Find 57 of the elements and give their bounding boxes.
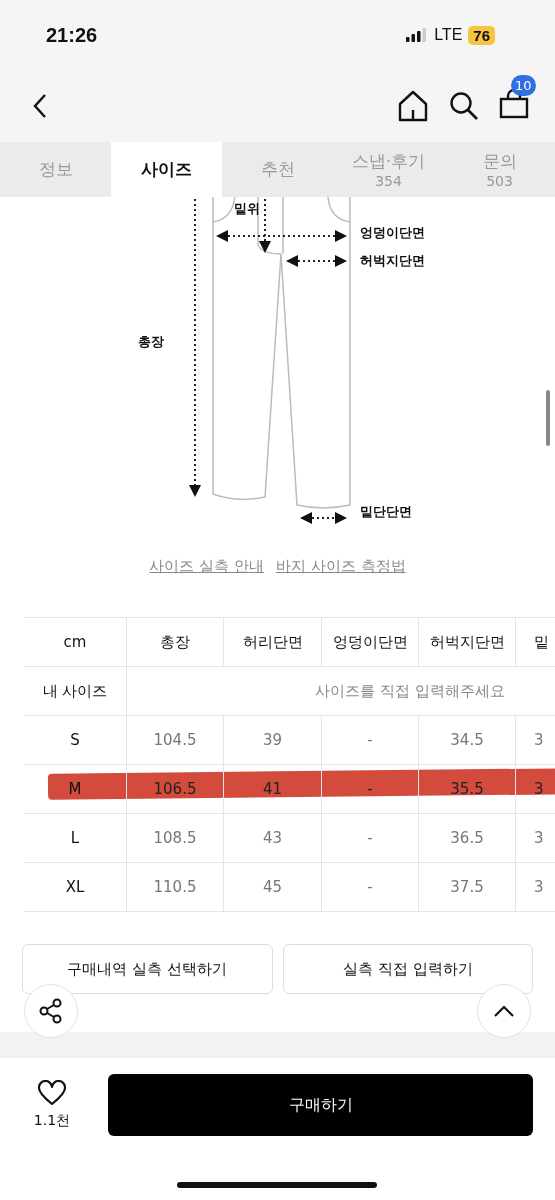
search-icon[interactable] [449, 91, 479, 121]
column-header: 밑 [515, 618, 555, 666]
table-cell: 3 [515, 716, 555, 764]
signal-icon [406, 28, 429, 42]
table-cell: 43 [223, 814, 321, 862]
measurement-label: 총장 [138, 333, 164, 351]
battery-indicator: 76 [468, 25, 495, 45]
bag-icon[interactable] [499, 89, 529, 119]
tab[interactable]: 사이즈 [111, 142, 222, 197]
column-header: 허벅지단면 [418, 618, 515, 666]
table-cell: 34.5 [418, 716, 515, 764]
back-icon[interactable] [32, 93, 48, 119]
size-input-field[interactable]: 사이즈를 직접 입력해주세요 [126, 667, 555, 715]
measure-button[interactable]: 구매내역 실측 선택하기 [22, 944, 273, 994]
status-time: 21:26 [46, 23, 98, 47]
table-cell: 36.5 [418, 814, 515, 862]
column-header: 총장 [126, 618, 223, 666]
table-cell: 108.5 [126, 814, 223, 862]
measurement-label: 허벅지단면 [360, 252, 425, 270]
measurement-label: 밑위 [234, 200, 260, 218]
network-label: LTE [434, 26, 463, 44]
home-icon[interactable] [397, 90, 429, 122]
table-cell: 3 [515, 814, 555, 862]
table-cell: 45 [223, 863, 321, 911]
guide-link[interactable]: 바지 사이즈 측정법 [276, 556, 406, 576]
table-cell: - [321, 814, 418, 862]
guide-link[interactable]: 사이즈 실측 안내 [149, 556, 264, 576]
table-cell: - [321, 765, 418, 813]
table-cell: 35.5 [418, 765, 515, 813]
measurement-label: 엉덩이단면 [360, 224, 425, 242]
table-cell: 3 [515, 863, 555, 911]
table-cell: 41 [223, 765, 321, 813]
table-cell: 3 [515, 765, 555, 813]
table-cell: 106.5 [126, 765, 223, 813]
table-cell: 39 [223, 716, 321, 764]
share-icon [38, 998, 64, 1024]
row-header: 내 사이즈 [41, 680, 109, 702]
table-cell: 110.5 [126, 863, 223, 911]
measurement-label: 밑단단면 [360, 503, 412, 521]
table-cell: 104.5 [126, 716, 223, 764]
table-cell: - [321, 863, 418, 911]
heart-icon[interactable] [37, 1080, 67, 1106]
size-cell-text: M [67, 779, 83, 800]
column-header: cm [62, 632, 88, 653]
measure-button[interactable]: 실측 직접 입력하기 [282, 944, 533, 994]
size-cell-text: L [69, 828, 81, 849]
chevron-up-icon [493, 1004, 515, 1018]
buy-button[interactable]: 구매하기 [108, 1074, 533, 1136]
size-cell-text: S [69, 730, 81, 751]
size-cell-text: XL [64, 877, 86, 898]
like-count: 1.1천 [33, 1112, 71, 1130]
cart-count-badge: 10 [511, 75, 536, 96]
column-header: 엉덩이단면 [321, 618, 418, 666]
table-cell: - [321, 716, 418, 764]
table-cell: 37.5 [418, 863, 515, 911]
scrollbar [546, 390, 550, 446]
column-header: 허리단면 [223, 618, 321, 666]
